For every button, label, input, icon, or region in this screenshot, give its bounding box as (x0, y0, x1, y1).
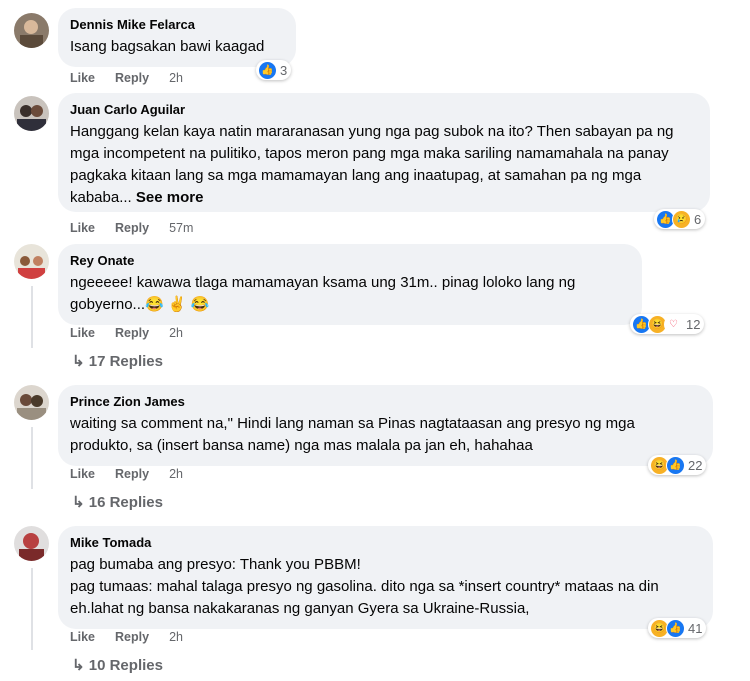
avatar[interactable] (14, 13, 49, 48)
heart-reaction-icon: ♡ (664, 314, 683, 334)
see-more-link[interactable]: See more (136, 189, 204, 206)
thread-line (31, 286, 33, 348)
comment-text: pag bumaba ang presyo: Thank you PBBM! p… (70, 556, 659, 617)
comment-actions: Like Reply 57m (70, 220, 213, 236)
like-button[interactable]: Like (70, 326, 95, 340)
reply-arrow-icon: ↳ (72, 353, 85, 370)
reaction-summary[interactable]: 👍 😆 ♡ 12 (630, 314, 705, 334)
reaction-count: 41 (688, 620, 703, 636)
comment-bubble: Rey Onate ngeeeee! kawawa tlaga mamamaya… (58, 244, 642, 325)
comment-text: ngeeeee! kawawa tlaga mamamayan ksama un… (70, 274, 580, 313)
comment-actions: Like Reply 2h (70, 466, 203, 482)
like-button[interactable]: Like (70, 71, 95, 85)
reply-arrow-icon: ↳ (72, 657, 85, 674)
reply-button[interactable]: Reply (115, 467, 149, 481)
comment-bubble: Prince Zion James waiting sa comment na,… (58, 385, 713, 466)
like-button[interactable]: Like (70, 221, 95, 235)
reply-arrow-icon: ↳ (72, 494, 85, 511)
view-replies-link[interactable]: ↳ 17 Replies (72, 352, 163, 370)
comment-bubble: Dennis Mike Felarca Isang bagsakan bawi … (58, 8, 296, 67)
like-reaction-icon: 👍 (666, 618, 685, 638)
comment-bubble: Juan Carlo Aguilar Hanggang kelan kaya n… (58, 93, 710, 212)
reaction-summary[interactable]: 👍 😢 6 (654, 209, 706, 229)
commenter-name[interactable]: Prince Zion James (70, 393, 701, 411)
avatar[interactable] (14, 244, 49, 279)
reaction-count: 22 (688, 457, 703, 473)
commenter-name[interactable]: Dennis Mike Felarca (70, 16, 284, 34)
timestamp[interactable]: 2h (169, 467, 183, 481)
avatar[interactable] (14, 96, 49, 131)
replies-count: 16 Replies (88, 494, 163, 511)
view-replies-link[interactable]: ↳ 16 Replies (72, 493, 163, 511)
reaction-summary[interactable]: 😆 👍 22 (648, 455, 707, 475)
commenter-name[interactable]: Juan Carlo Aguilar (70, 101, 698, 119)
commenter-name[interactable]: Mike Tomada (70, 534, 701, 552)
sad-reaction-icon: 😢 (672, 209, 691, 229)
commenter-name[interactable]: Rey Onate (70, 252, 630, 270)
comment-actions: Like Reply 2h (70, 629, 203, 645)
thread-line (31, 568, 33, 650)
like-reaction-icon: 👍 (258, 60, 277, 80)
avatar[interactable] (14, 526, 49, 561)
reaction-count: 12 (686, 316, 701, 332)
comment-text: Hanggang kelan kaya natin mararanasan yu… (70, 121, 698, 209)
timestamp[interactable]: 2h (169, 71, 183, 85)
reaction-summary[interactable]: 😆 👍 41 (648, 618, 707, 638)
like-button[interactable]: Like (70, 467, 95, 481)
like-button[interactable]: Like (70, 630, 95, 644)
timestamp[interactable]: 2h (169, 326, 183, 340)
replies-count: 17 Replies (88, 353, 163, 370)
view-replies-link[interactable]: ↳ 10 Replies (72, 656, 163, 674)
timestamp[interactable]: 57m (169, 221, 193, 235)
avatar[interactable] (14, 385, 49, 420)
reply-button[interactable]: Reply (115, 630, 149, 644)
like-reaction-icon: 👍 (666, 455, 685, 475)
comment-bubble: Mike Tomada pag bumaba ang presyo: Thank… (58, 526, 713, 629)
comment-text: Isang bagsakan bawi kaagad (70, 38, 265, 55)
replies-count: 10 Replies (88, 657, 163, 674)
reply-button[interactable]: Reply (115, 221, 149, 235)
thread-line (31, 427, 33, 489)
reply-button[interactable]: Reply (115, 326, 149, 340)
reply-button[interactable]: Reply (115, 71, 149, 85)
reaction-count: 3 (280, 62, 288, 78)
comment-text: waiting sa comment na," Hindi lang naman… (70, 415, 640, 454)
comment-actions: Like Reply 2h (70, 325, 203, 341)
reaction-summary[interactable]: 👍 3 (256, 60, 292, 80)
reaction-count: 6 (694, 211, 702, 227)
timestamp[interactable]: 2h (169, 630, 183, 644)
comment-actions: Like Reply 2h (70, 70, 203, 86)
